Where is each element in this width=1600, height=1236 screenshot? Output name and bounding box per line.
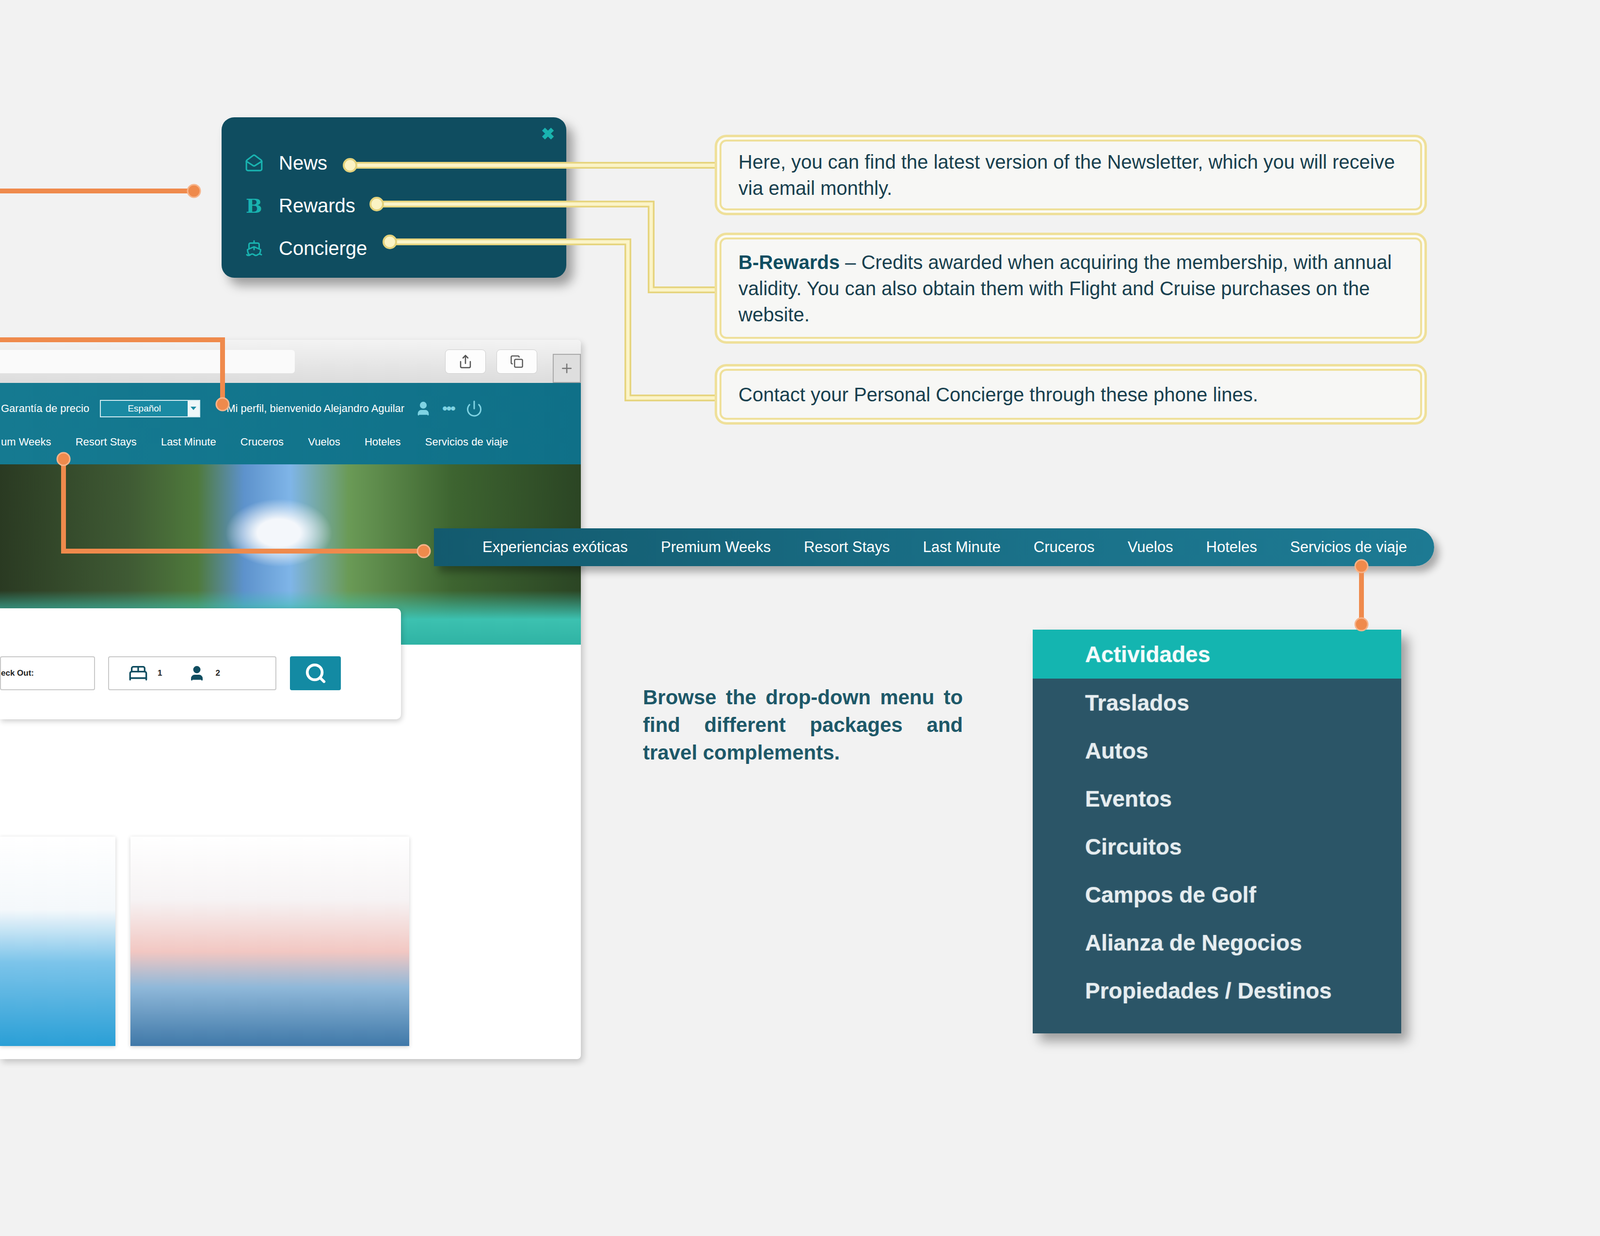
ship-icon [245, 239, 263, 257]
nav-item[interactable]: Hoteles [364, 435, 401, 449]
rooms-value: 1 [157, 668, 162, 679]
connector-dot [57, 452, 70, 466]
popup-item-label: News [278, 152, 328, 175]
tabs-icon [510, 354, 524, 369]
nav-strip: Experiencias exóticas Premium Weeks Resort… [433, 528, 1435, 567]
callout-box: B-Rewards – Credits awarded when acquiri… [714, 232, 1427, 344]
callout-text: Here, you can find the latest version of… [738, 148, 1404, 202]
profile-button[interactable] [415, 400, 432, 417]
dropdown-item[interactable]: Eventos [1032, 774, 1402, 823]
nav-strip-item[interactable]: Vuelos [1127, 538, 1174, 557]
connector-dot [417, 544, 431, 558]
rewards-letter-icon: B [245, 194, 263, 218]
services-dropdown: ActividadesTrasladosAutosEventosCircuito… [1032, 629, 1402, 1034]
dropdown-item[interactable]: Autos [1032, 726, 1402, 775]
nav-strip-item[interactable]: Cruceros [1033, 538, 1095, 557]
nav-strip-item[interactable]: Hoteles [1206, 538, 1258, 557]
connector-dot [383, 235, 397, 249]
callout-box: Here, you can find the latest version of… [714, 134, 1427, 216]
browser-toolbar [0, 339, 581, 384]
connector-dot [187, 184, 201, 198]
account-popup: ✖ News B Rewards Concierge [221, 117, 567, 278]
orange-connector [63, 459, 424, 552]
popup-item-icon-slot [243, 239, 265, 257]
yellow-connector [389, 241, 715, 399]
dropdown-item[interactable]: Actividades [1032, 629, 1402, 679]
popup-item-icon-slot: B [243, 194, 265, 218]
callout-text: B-Rewards – Credits awarded when acquiri… [738, 249, 1404, 328]
popup-item[interactable]: Concierge [243, 226, 567, 270]
dropdown-item[interactable]: Campos de Golf [1032, 870, 1402, 919]
bed-icon [128, 663, 148, 684]
nav-strip-item[interactable]: Experiencias exóticas [482, 538, 628, 557]
check-out-label: eck Out: [0, 668, 34, 679]
promo-card[interactable] [130, 836, 410, 1047]
callout-bold: B-Rewards [738, 251, 840, 273]
dropdown-arrow-icon [187, 400, 200, 417]
orange-connector [1359, 566, 1364, 625]
dropdown-item[interactable]: Traslados [1032, 678, 1402, 727]
nav-item[interactable]: Cruceros [240, 435, 284, 449]
header-top-row: Garantía de precio Español Mi perfil, bien… [0, 383, 581, 434]
popup-item-label: Concierge [278, 237, 368, 260]
nav-strip-item[interactable]: Premium Weeks [660, 538, 771, 557]
profile-greeting[interactable]: Mi perfil, bienvenido Alejandro Aguilar [226, 402, 405, 416]
yellow-connector [376, 204, 715, 290]
orange-connector [0, 188, 194, 194]
more-button[interactable]: ••• [442, 400, 455, 417]
connector-dot [370, 197, 384, 211]
connector-dot [343, 159, 357, 172]
connector-dot [1355, 560, 1368, 573]
callout-text: Contact your Personal Concierge through … [738, 381, 1259, 408]
nav-item[interactable]: um Weeks [0, 435, 52, 449]
dropdown-item[interactable]: Alianza de Negocios [1032, 918, 1402, 967]
dropdown-item[interactable]: Circuitos [1032, 822, 1402, 871]
nav-strip-item[interactable]: Last Minute [922, 538, 1001, 557]
envelope-icon [244, 153, 264, 173]
callout-box: Contact your Personal Concierge through … [714, 364, 1427, 425]
nav-item[interactable]: Resort Stays [75, 435, 137, 449]
popup-item-label: Rewards [278, 194, 356, 217]
plus-icon [559, 361, 575, 376]
share-icon [458, 354, 473, 369]
check-out-field[interactable]: eck Out: [0, 656, 96, 691]
popup-item-icon-slot [243, 153, 265, 173]
price-guarantee-link[interactable]: Garantía de precio [0, 402, 90, 416]
power-icon [465, 400, 483, 418]
language-select[interactable]: Español [99, 400, 201, 418]
user-icon [415, 400, 432, 417]
site-nav: um Weeks Resort Stays Last Minute Cruceros V… [0, 433, 581, 465]
nav-strip-item[interactable]: Servicios de viaje [1290, 538, 1408, 557]
tabs-button[interactable] [496, 349, 538, 374]
nav-item[interactable]: Servicios de viaje [425, 435, 509, 449]
connector-dot [1355, 618, 1368, 631]
address-bar[interactable] [0, 350, 295, 374]
share-button[interactable] [445, 349, 486, 374]
nav-item[interactable]: Last Minute [160, 435, 217, 449]
logout-button[interactable] [465, 400, 483, 418]
guests-field[interactable]: 12 [108, 656, 277, 691]
promo-card[interactable] [0, 836, 116, 1047]
person-icon [188, 664, 206, 683]
nav-item[interactable]: Vuelos [307, 435, 340, 449]
connector-dot [216, 398, 229, 411]
browser-window: Garantía de precio Español Mi perfil, bien… [0, 339, 581, 1060]
orange-connector [0, 339, 223, 405]
nav-strip-item[interactable]: Resort Stays [803, 538, 890, 557]
close-button[interactable]: ✖ [541, 124, 555, 144]
search-button[interactable] [289, 656, 341, 691]
new-tab-button[interactable] [552, 353, 581, 384]
search-icon [304, 662, 327, 685]
canvas: Garantía de precio Español Mi perfil, bien… [0, 0, 1600, 1236]
language-value: Español [100, 403, 188, 415]
popup-item[interactable]: B Rewards [243, 184, 567, 227]
dropdown-description: Browse the drop-down menu to find differ… [642, 683, 963, 767]
dropdown-item[interactable]: Propiedades / Destinos [1032, 966, 1402, 1015]
yellow-connector [350, 165, 715, 166]
guests-value: 2 [215, 668, 220, 679]
popup-item[interactable]: News [243, 141, 567, 185]
search-panel: eck Out:12 [0, 608, 401, 720]
site-header: Garantía de precio Español Mi perfil, bien… [0, 383, 581, 465]
